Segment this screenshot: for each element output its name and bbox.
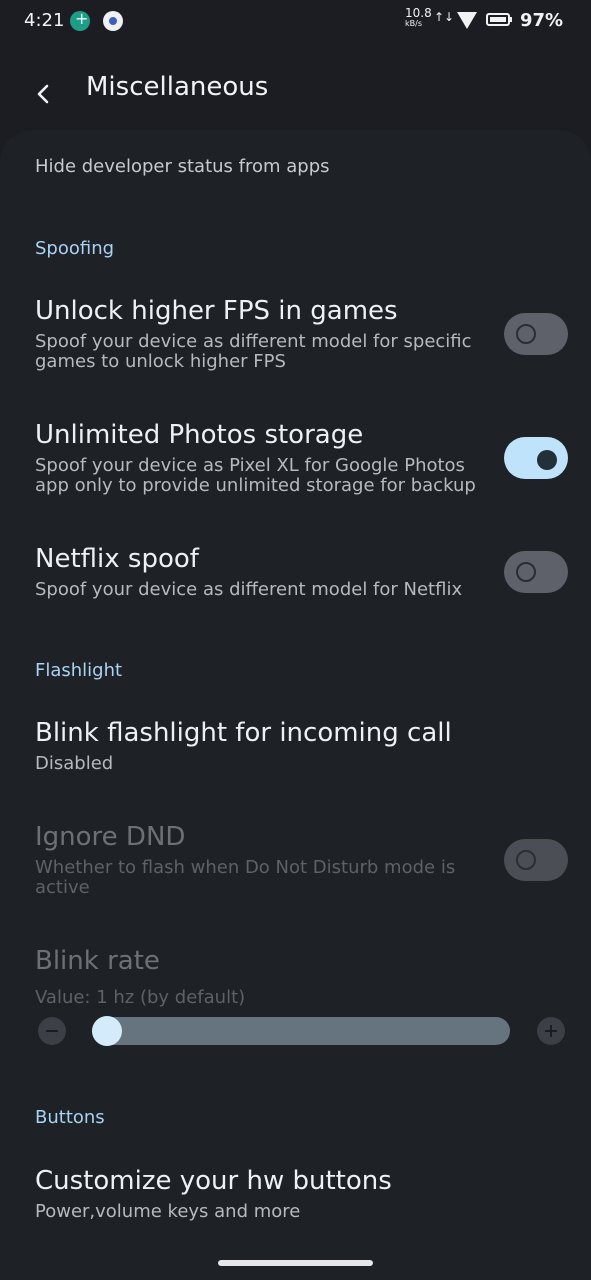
pref-summary: Spoof your device as different model for… <box>35 331 472 372</box>
pref-title: Ignore DND <box>35 822 186 852</box>
sync-app-icon <box>70 9 90 31</box>
pref-summary: Value: 1 hz (by default) <box>35 987 246 1008</box>
pref-title: Blink rate <box>35 946 160 976</box>
toggle-thumb <box>537 450 557 470</box>
toggle-thumb <box>516 562 536 582</box>
decrease-icon <box>38 1017 66 1045</box>
pref-title: Unlimited Photos storage <box>35 420 364 450</box>
section-header-flashlight: Flashlight <box>35 660 123 681</box>
pref-ignore-dnd: Ignore DND Whether to flash when Do Not … <box>0 820 591 900</box>
back-arrow-icon <box>37 84 49 104</box>
increase-icon <box>537 1017 565 1045</box>
battery-tip <box>510 17 512 22</box>
pref-blink-flashlight-call[interactable]: Blink flashlight for incoming call Disab… <box>0 716 591 786</box>
pref-title: Blink flashlight for incoming call <box>35 718 452 748</box>
pref-summary: Disabled <box>35 753 114 774</box>
slider-thumb <box>92 1016 122 1046</box>
gesture-nav-handle[interactable] <box>218 1260 373 1266</box>
toggle-thumb <box>516 324 536 344</box>
pref-summary: Power,volume keys and more <box>35 1201 301 1222</box>
pref-summary: Spoof your device as different model for… <box>35 579 463 600</box>
settings-app-icon <box>103 11 123 31</box>
netflix-toggle[interactable] <box>504 551 568 593</box>
back-button[interactable] <box>24 74 64 114</box>
network-speed-unit: kB/s <box>405 19 422 28</box>
network-speed-value: 10.8 <box>405 6 432 20</box>
pref-unlock-fps[interactable]: Unlock higher FPS in games Spoof your de… <box>0 294 591 394</box>
section-header-buttons: Buttons <box>35 1107 105 1128</box>
pref-title: Unlock higher FPS in games <box>35 296 398 326</box>
pref-customize-hw-buttons[interactable]: Customize your hw buttons Power,volume k… <box>0 1164 591 1234</box>
status-time: 4:21 <box>24 10 65 31</box>
wifi-icon <box>457 12 477 29</box>
hide-developer-status-item[interactable]: Hide developer status from apps <box>35 156 330 177</box>
section-header-spoofing: Spoofing <box>35 238 115 259</box>
status-bar: 4:21 10.8 kB/s ↑↓ 97% <box>0 0 591 42</box>
network-speed: 10.8 kB/s <box>405 6 432 28</box>
photos-toggle[interactable] <box>504 437 568 479</box>
pref-summary: Whether to flash when Do Not Disturb mod… <box>35 857 456 898</box>
battery-percent: 97% <box>520 10 564 31</box>
pref-summary: Spoof your device as Pixel XL for Google… <box>35 455 476 496</box>
battery-icon <box>486 13 510 26</box>
page-title: Miscellaneous <box>86 72 269 102</box>
pref-unlimited-photos[interactable]: Unlimited Photos storage Spoof your devi… <box>0 418 591 518</box>
pref-netflix-spoof[interactable]: Netflix spoof Spoof your device as diffe… <box>0 542 591 622</box>
settings-list[interactable]: Hide developer status from apps Spoofing… <box>0 130 591 1280</box>
pref-title: Customize your hw buttons <box>35 1166 392 1196</box>
data-activity-icon: ↑↓ <box>434 10 455 24</box>
fps-toggle[interactable] <box>504 313 568 355</box>
app-bar: Miscellaneous <box>0 50 591 130</box>
pref-title: Netflix spoof <box>35 544 199 574</box>
blink-rate-slider <box>92 1017 510 1045</box>
ignore-dnd-toggle <box>504 839 568 881</box>
pref-blink-rate: Blink rate Value: 1 hz (by default) <box>0 944 591 1054</box>
toggle-thumb <box>516 850 536 870</box>
